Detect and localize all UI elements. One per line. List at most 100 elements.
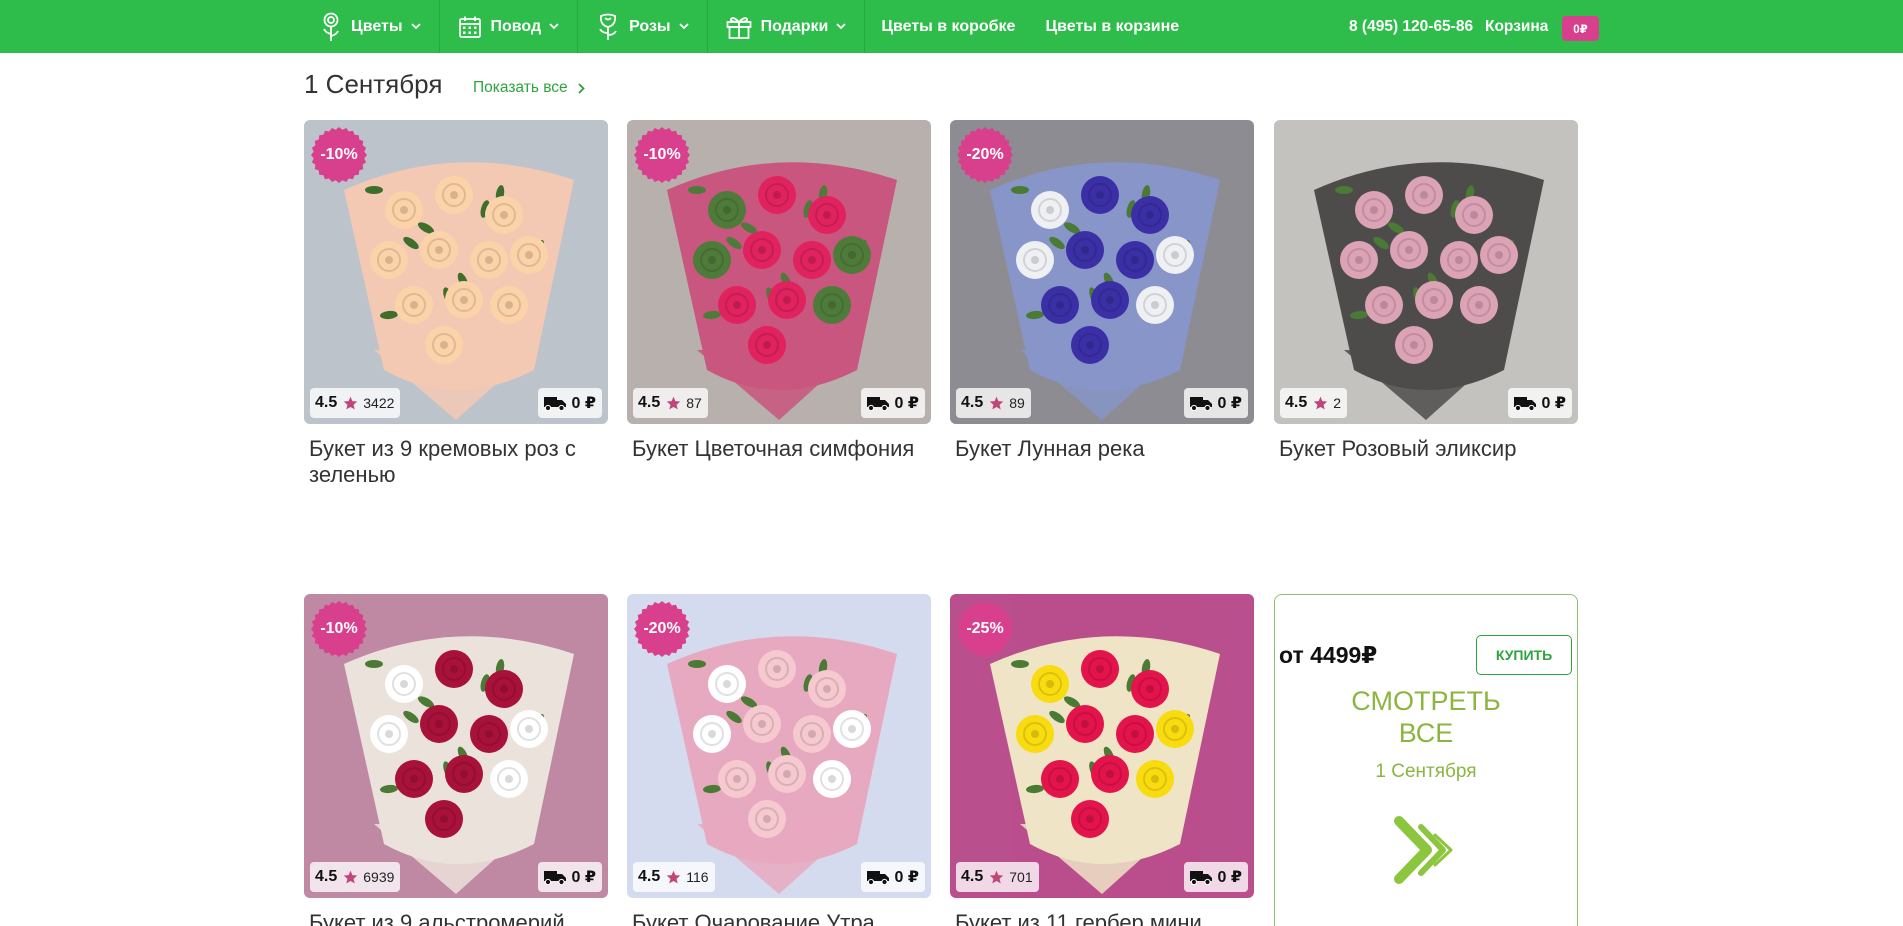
gift-icon [726,16,751,39]
review-count: 6939 [363,869,395,885]
delivery-price: 0 ₽ [1217,395,1242,412]
discount-text: -10% [643,146,681,163]
star-icon [990,870,1004,884]
rating-value: 4.5 [638,868,661,885]
delivery-truck-icon [543,397,566,411]
rating-badge: 4.5 6939 [310,862,401,892]
rating-value: 4.5 [315,394,338,411]
product-name[interactable]: Букет Розовый эликсир [1279,436,1573,462]
rating-badge: 4.5 3422 [310,388,401,418]
product-name[interactable]: Букет Лунная река [955,436,1249,462]
product-image[interactable]: -10% 4.5 87 0 ₽ [627,120,931,424]
delivery-badge: 0 ₽ [860,862,925,892]
rating-value: 4.5 [315,868,338,885]
delivery-price: 0 ₽ [571,395,596,412]
show-all-link[interactable]: Показать все [473,79,585,97]
product-image[interactable]: 4.5 2 0 ₽ [1274,120,1578,424]
discount-badge: -25% [957,601,1013,657]
delivery-badge: 0 ₽ [860,388,925,418]
delivery-badge: 0 ₽ [1183,862,1248,892]
delivery-badge: 0 ₽ [537,862,602,892]
menu-flowers[interactable]: Цветы [304,0,440,53]
rating-badge: 4.5 701 [956,862,1039,892]
product-name[interactable]: Букет Очарование Утра [632,910,926,926]
delivery-badge: 0 ₽ [1183,388,1248,418]
discount-badge: -20% [957,127,1013,183]
see-all-title: СМОТРЕТЬ ВСЕ [1275,685,1577,749]
rating-value: 4.5 [1285,394,1308,411]
see-all-line2: ВСЕ [1398,718,1454,748]
product-name[interactable]: Букет из 9 кремовых роз с зеленью [309,436,603,488]
discount-badge: -20% [634,601,690,657]
product-name[interactable]: Букет Цветочная симфония [632,436,926,462]
delivery-truck-icon [866,397,889,411]
rating-badge: 4.5 2 [1280,388,1348,418]
delivery-price: 0 ₽ [1217,869,1242,886]
delivery-badge: 0 ₽ [537,388,602,418]
product-image[interactable]: -20% 4.5 116 0 ₽ [627,594,931,898]
discount-badge: -10% [311,127,367,183]
cart-link[interactable]: Корзина [1485,0,1548,53]
double-chevron-right-icon [1394,816,1453,884]
delivery-price: 0 ₽ [894,395,919,412]
product-image[interactable]: -25% 4.5 701 0 ₽ [950,594,1254,898]
star-icon [1314,396,1328,410]
chevron-right-icon [578,82,585,94]
menu-gifts[interactable]: Подарки [708,0,865,53]
link-flowers-in-box[interactable]: Цветы в коробке [864,0,1030,53]
review-count: 116 [686,869,709,885]
delivery-truck-icon [1513,397,1536,411]
discount-text: -10% [320,146,358,163]
rating-badge: 4.5 116 [633,862,715,892]
delivery-truck-icon [1189,397,1212,411]
star-icon [990,396,1004,410]
review-count: 2 [1333,395,1342,411]
star-icon [344,396,358,410]
section-title: 1 Сентября [304,69,443,99]
discount-badge: -10% [634,127,690,183]
menu-flowers-label: Цветы [351,17,403,35]
flower-icon [323,12,339,41]
rose-icon [599,13,617,40]
star-icon [667,870,681,884]
bouquet-photo [1274,120,1578,424]
link-flowers-in-basket[interactable]: Цветы в корзине [1030,0,1194,53]
delivery-truck-icon [866,871,889,885]
rating-value: 4.5 [638,394,661,411]
rating-badge: 4.5 87 [633,388,708,418]
menu-roses[interactable]: Розы [578,0,708,53]
cart-total-badge[interactable]: 0₽ [1562,16,1599,41]
see-all-card[interactable]: СМОТРЕТЬ ВСЕ 1 Сентября [1274,594,1578,926]
delivery-price: 0 ₽ [571,869,596,886]
chevron-down-icon [549,23,559,30]
rating-badge: 4.5 89 [956,388,1031,418]
discount-text: -20% [643,620,681,637]
main-menu: Цветы Повод Розы Подарки Цветы в коробке… [304,0,1194,53]
review-count: 89 [1009,395,1025,411]
delivery-truck-icon [1189,871,1212,885]
phone-number[interactable]: 8 (495) 120-65-86 [1349,0,1473,53]
menu-gifts-label: Подарки [760,17,829,35]
delivery-truck-icon [543,871,566,885]
review-count: 87 [686,395,702,411]
delivery-badge: 0 ₽ [1507,388,1572,418]
discount-badge: -10% [311,601,367,657]
chevron-down-icon [678,23,689,30]
star-icon [667,396,681,410]
product-name[interactable]: Букет из 9 альстромерий [309,910,603,926]
delivery-price: 0 ₽ [1541,395,1566,412]
see-all-date: 1 Сентября [1375,761,1477,782]
delivery-price: 0 ₽ [894,869,919,886]
rating-value: 4.5 [961,868,984,885]
menu-occasion-label: Повод [490,17,542,35]
chevron-down-icon [836,23,846,30]
product-image[interactable]: -20% 4.5 89 0 ₽ [950,120,1254,424]
discount-text: -10% [320,620,358,637]
show-all-label: Показать все [473,79,568,96]
product-image[interactable]: -10% 4.5 6939 0 ₽ [304,594,608,898]
menu-occasion[interactable]: Повод [440,0,579,53]
product-name[interactable]: Букет из 11 гербер мини [955,910,1249,926]
rating-value: 4.5 [961,394,984,411]
review-count: 3422 [363,395,395,411]
product-image[interactable]: -10% 4.5 3422 0 ₽ [304,120,608,424]
